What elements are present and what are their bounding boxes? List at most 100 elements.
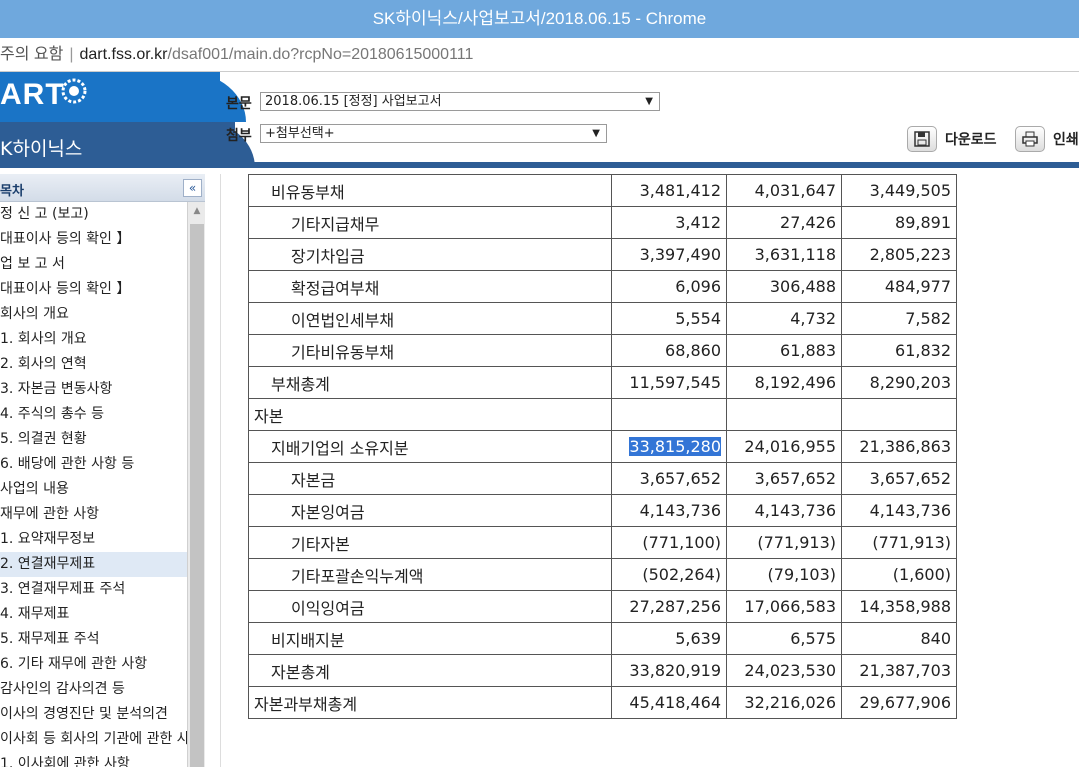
toc-item[interactable]: 이사회 등 회사의 기관에 관한 사항 bbox=[0, 727, 187, 752]
row-label: 자본과부채총계 bbox=[248, 686, 612, 719]
dart-logo[interactable]: ART bbox=[0, 78, 65, 112]
toc-item[interactable]: 4. 주식의 총수 등 bbox=[0, 402, 187, 427]
row-label: 부채총계 bbox=[248, 366, 612, 399]
value-cell bbox=[611, 398, 727, 431]
toc-item[interactable]: 3. 자본금 변동사항 bbox=[0, 377, 187, 402]
value-cell: 4,143,736 bbox=[611, 494, 727, 527]
cell-value: 7,582 bbox=[905, 309, 951, 328]
dart-logo-area[interactable]: ART bbox=[0, 72, 246, 122]
toc-item[interactable]: 1. 회사의 개요 bbox=[0, 327, 187, 352]
value-cell: 27,287,256 bbox=[611, 590, 727, 623]
toc-item[interactable]: 5. 의결권 현황 bbox=[0, 427, 187, 452]
dart-logo-icon bbox=[61, 78, 87, 104]
toc-item[interactable]: 감사인의 감사의견 등 bbox=[0, 677, 187, 702]
url-host[interactable]: dart.fss.or.kr bbox=[79, 46, 167, 63]
value-cell: 17,066,583 bbox=[726, 590, 842, 623]
table-row: 자본 bbox=[248, 398, 957, 431]
row-label: 기타지급채무 bbox=[248, 206, 612, 239]
cell-value: 3,631,118 bbox=[754, 245, 836, 264]
cell-value: 24,016,955 bbox=[744, 437, 836, 456]
value-cell: 32,216,026 bbox=[726, 686, 842, 719]
toc-item[interactable]: 2. 회사의 연혁 bbox=[0, 352, 187, 377]
cell-value: 27,426 bbox=[780, 213, 836, 232]
toc-item[interactable]: 4. 재무제표 bbox=[0, 602, 187, 627]
printer-icon[interactable] bbox=[1015, 126, 1045, 152]
body-select-arrow-icon[interactable]: ▼ bbox=[645, 93, 653, 110]
toc-item[interactable]: 대표이사 등의 확인 】 bbox=[0, 277, 187, 302]
cell-value: 4,031,647 bbox=[754, 181, 836, 200]
value-cell: (771,100) bbox=[611, 526, 727, 559]
value-cell: 3,481,412 bbox=[611, 174, 727, 207]
cell-value: 24,023,530 bbox=[744, 661, 836, 680]
body-label: 본문 bbox=[226, 96, 252, 112]
cell-value: 484,977 bbox=[884, 277, 951, 296]
toc-item[interactable]: 재무에 관한 사항 bbox=[0, 502, 187, 527]
document-content: 비유동부채 3,481,412 4,031,647 3,449,505 기타지급채무 3,… bbox=[220, 174, 1079, 767]
value-cell: 61,832 bbox=[841, 334, 957, 367]
scroll-up-icon[interactable]: ▲ bbox=[188, 206, 206, 220]
table-row: 이익잉여금 27,287,256 17,066,583 14,358,988 bbox=[248, 590, 957, 623]
url-path[interactable]: /dsaf001/main.do?rcpNo=20180615000111 bbox=[168, 46, 474, 63]
toc-item[interactable]: 대표이사 등의 확인 】 bbox=[0, 227, 187, 252]
floppy-disk-icon[interactable] bbox=[907, 126, 937, 152]
cell-value: 32,216,026 bbox=[744, 693, 836, 712]
value-cell: 14,358,988 bbox=[841, 590, 957, 623]
table-row: 이연법인세부채 5,554 4,732 7,582 bbox=[248, 302, 957, 335]
row-label: 이연법인세부채 bbox=[248, 302, 612, 335]
scroll-thumb[interactable] bbox=[190, 224, 204, 767]
print-button[interactable]: 인쇄 bbox=[1015, 126, 1079, 152]
cell-value: 3,412 bbox=[675, 213, 721, 232]
toc-item[interactable]: 3. 연결재무제표 주석 bbox=[0, 577, 187, 602]
value-cell: 4,143,736 bbox=[726, 494, 842, 527]
download-button[interactable]: 다운로드 bbox=[907, 126, 997, 152]
cell-value: (502,264) bbox=[642, 565, 721, 584]
address-bar[interactable]: 주의 요함 | dart.fss.or.kr/dsaf001/main.do?rcp… bbox=[0, 38, 1079, 72]
row-label: 자본금 bbox=[248, 462, 612, 495]
row-label: 이익잉여금 bbox=[248, 590, 612, 623]
table-row: 기타자본 (771,100) (771,913) (771,913) bbox=[248, 526, 957, 559]
cell-value: 89,891 bbox=[895, 213, 951, 232]
table-row: 자본잉여금 4,143,736 4,143,736 4,143,736 bbox=[248, 494, 957, 527]
print-label[interactable]: 인쇄 bbox=[1053, 129, 1079, 149]
toc-item[interactable]: 6. 배당에 관한 사항 등 bbox=[0, 452, 187, 477]
toc-item[interactable]: 1. 이사회에 관한 사항 bbox=[0, 752, 187, 767]
value-cell: 484,977 bbox=[841, 270, 957, 303]
header-divider bbox=[0, 162, 1079, 168]
cell-value: 6,096 bbox=[675, 277, 721, 296]
toc-item[interactable]: 회사의 개요 bbox=[0, 302, 187, 327]
value-cell: 4,031,647 bbox=[726, 174, 842, 207]
value-cell: 3,657,652 bbox=[611, 462, 727, 495]
attach-select[interactable]: +첨부선택+ ▼ bbox=[260, 124, 607, 143]
toc-item[interactable]: 정 신 고 (보고) bbox=[0, 202, 187, 227]
table-row: 장기차입금 3,397,490 3,631,118 2,805,223 bbox=[248, 238, 957, 271]
value-cell: 6,096 bbox=[611, 270, 727, 303]
value-cell: 306,488 bbox=[726, 270, 842, 303]
toc-item[interactable]: 2. 연결재무제표 bbox=[0, 552, 187, 577]
attach-select-arrow-icon[interactable]: ▼ bbox=[592, 125, 600, 142]
value-cell: 21,387,703 bbox=[841, 654, 957, 687]
toc-item[interactable]: 이사의 경영진단 및 분석의견 bbox=[0, 702, 187, 727]
toc-scrollbar[interactable]: ▲ bbox=[187, 202, 205, 767]
value-cell: (771,913) bbox=[841, 526, 957, 559]
cell-value: 21,386,863 bbox=[859, 437, 951, 456]
toc-item[interactable]: 사업의 내용 bbox=[0, 477, 187, 502]
cell-value: 2,805,223 bbox=[869, 245, 951, 264]
toc-item[interactable]: 5. 재무제표 주석 bbox=[0, 627, 187, 652]
collapse-sidebar-icon[interactable]: « bbox=[183, 179, 202, 197]
body-select[interactable]: 2018.06.15 [정정] 사업보고서 ▼ bbox=[260, 92, 660, 111]
cell-value: 45,418,464 bbox=[629, 693, 721, 712]
toc-item[interactable]: 6. 기타 재무에 관한 사항 bbox=[0, 652, 187, 677]
security-warning[interactable]: 주의 요함 bbox=[0, 46, 63, 63]
download-label[interactable]: 다운로드 bbox=[945, 129, 997, 149]
cell-value: 68,860 bbox=[665, 341, 721, 360]
value-cell: 5,639 bbox=[611, 622, 727, 655]
toc-item[interactable]: 1. 요약재무정보 bbox=[0, 527, 187, 552]
value-cell: 33,820,919 bbox=[611, 654, 727, 687]
row-label: 비지배지분 bbox=[248, 622, 612, 655]
cell-value: 61,832 bbox=[895, 341, 951, 360]
value-cell: (79,103) bbox=[726, 558, 842, 591]
toc-item[interactable]: 업 보 고 서 bbox=[0, 252, 187, 277]
value-cell: 45,418,464 bbox=[611, 686, 727, 719]
row-label: 기타포괄손익누계액 bbox=[248, 558, 612, 591]
table-row: 자본금 3,657,652 3,657,652 3,657,652 bbox=[248, 462, 957, 495]
